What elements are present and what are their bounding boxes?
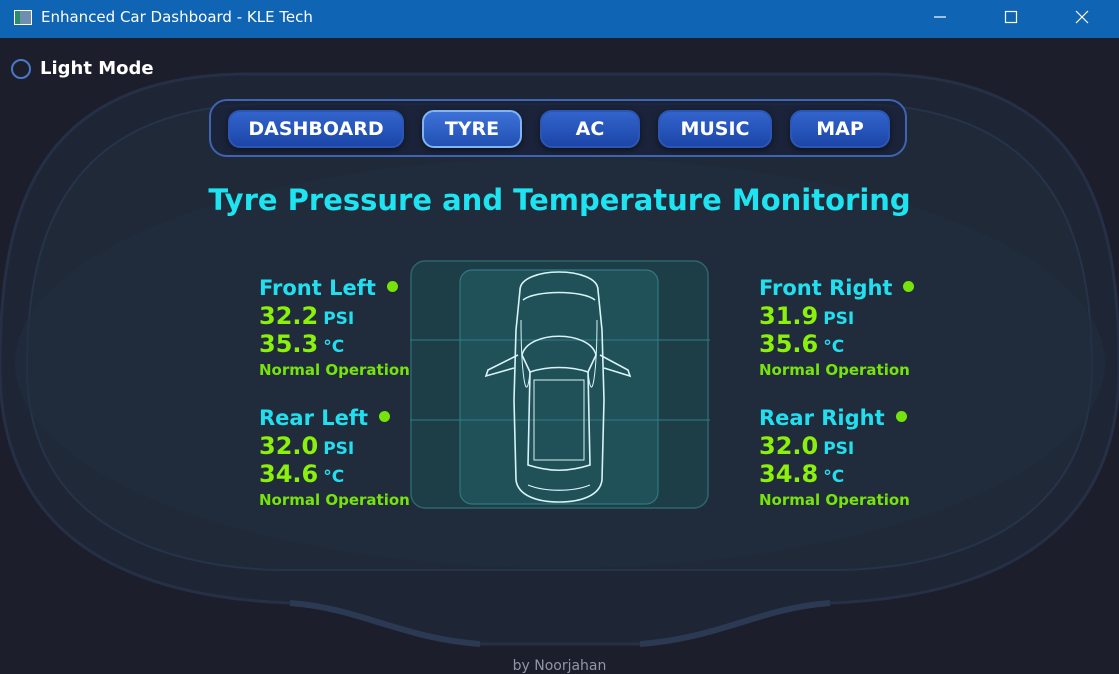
status-dot [386, 280, 398, 292]
nav-music-button[interactable]: MUSIC [658, 110, 772, 148]
footer-credit: by Noorjahan [512, 658, 607, 674]
status-dot [895, 410, 907, 422]
main-content: Light Mode DASHBOARD TYRE AC MUSIC MAP T… [0, 38, 1119, 674]
nav-map-button[interactable]: MAP [790, 110, 890, 148]
temperature-unit: °C [323, 467, 345, 487]
pressure-unit: PSI [823, 439, 855, 459]
tyre-status: Normal Operation [259, 491, 410, 509]
tyre-status: Normal Operation [259, 361, 410, 379]
temperature-value: 34.6 [259, 460, 319, 488]
nav-tyre-button[interactable]: TYRE [422, 110, 522, 148]
pressure-unit: PSI [323, 439, 355, 459]
window-title: Enhanced Car Dashboard - KLE Tech [41, 8, 313, 26]
tyre-front-left: Front Left 32.2 PSI 35.3 °C Normal Operati… [259, 274, 449, 379]
pressure-value: 32.0 [759, 432, 819, 460]
light-mode-radio[interactable] [11, 58, 31, 79]
tyre-name: Rear Right [759, 406, 885, 430]
app-icon [14, 10, 32, 25]
nav-ac-button[interactable]: AC [540, 110, 640, 148]
tyre-status: Normal Operation [759, 491, 910, 509]
tyre-status: Normal Operation [759, 361, 910, 379]
maximize-button[interactable] [988, 0, 1034, 34]
pressure-value: 32.0 [259, 432, 319, 460]
temperature-value: 34.8 [759, 460, 819, 488]
nav-dashboard-button[interactable]: DASHBOARD [228, 110, 404, 148]
light-mode-toggle[interactable]: Light Mode [11, 58, 154, 79]
pressure-value: 32.2 [259, 302, 319, 330]
tyre-front-right: Front Right 31.9 PSI 35.6 °C Normal Operat… [759, 274, 949, 379]
status-dot [903, 280, 915, 292]
minimize-button[interactable] [917, 0, 963, 34]
minimize-icon [934, 16, 946, 18]
pressure-value: 31.9 [759, 302, 819, 330]
tyre-name: Rear Left [259, 406, 369, 430]
status-dot [379, 410, 391, 422]
close-button[interactable] [1059, 0, 1105, 34]
temperature-unit: °C [323, 337, 345, 357]
car-diagram [410, 260, 710, 509]
temperature-value: 35.6 [759, 330, 819, 358]
title-bar: Enhanced Car Dashboard - KLE Tech [0, 0, 1119, 38]
temperature-unit: °C [823, 467, 845, 487]
close-icon [1075, 10, 1089, 24]
tyre-rear-right: Rear Right 32.0 PSI 34.8 °C Normal Operati… [759, 404, 949, 509]
tyre-rear-left: Rear Left 32.0 PSI 34.6 °C Normal Operatio… [259, 404, 449, 509]
page-title: Tyre Pressure and Temperature Monitoring [208, 183, 911, 217]
pressure-unit: PSI [323, 309, 355, 329]
tyre-name: Front Right [759, 276, 893, 300]
maximize-icon [1004, 10, 1018, 24]
temperature-value: 35.3 [259, 330, 319, 358]
temperature-unit: °C [823, 337, 845, 357]
light-mode-label: Light Mode [40, 58, 154, 79]
pressure-unit: PSI [823, 309, 855, 329]
tyre-name: Front Left [259, 276, 376, 300]
